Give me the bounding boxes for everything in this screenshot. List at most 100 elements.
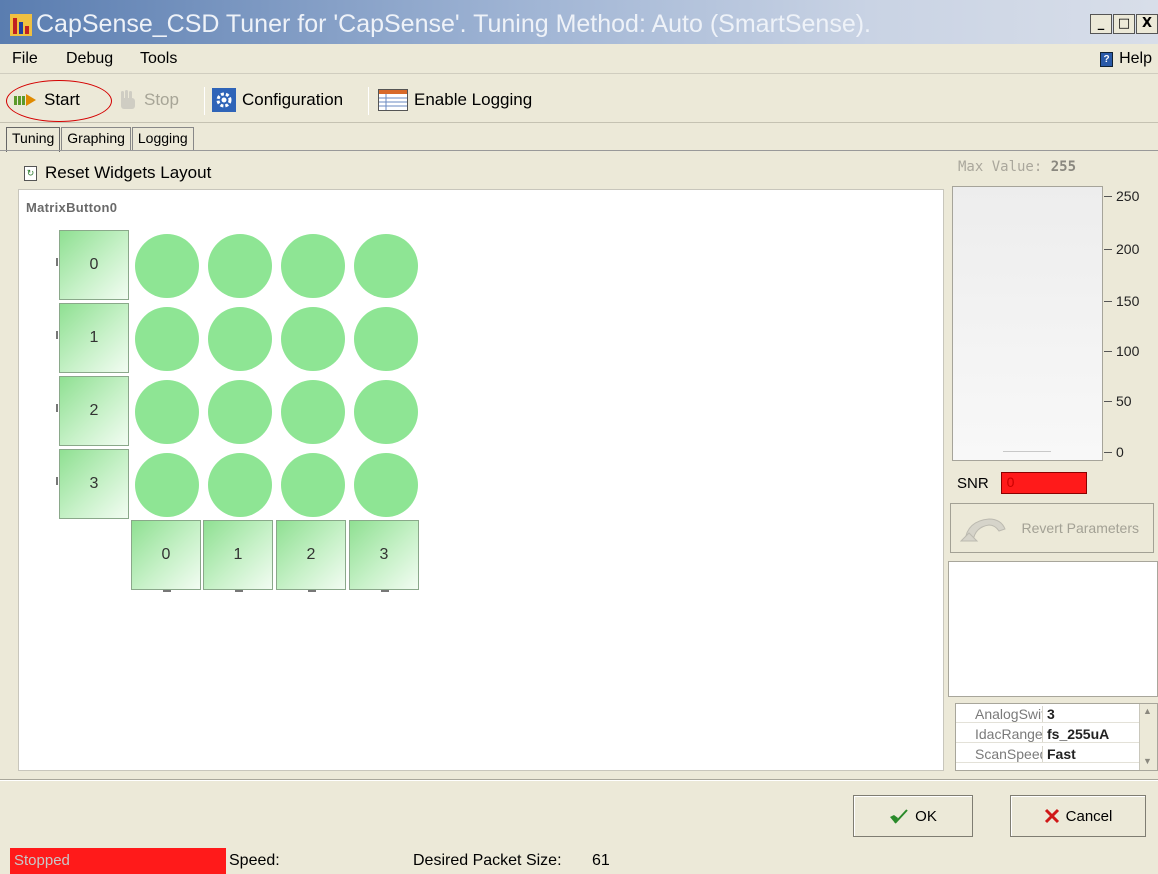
configuration-button[interactable]: Configuration (212, 85, 343, 115)
scale-tick: 100 (1116, 343, 1140, 359)
log-table-icon (378, 89, 408, 111)
stop-label: Stop (144, 90, 179, 109)
property-scrollbar[interactable]: ▲ ▼ (1139, 704, 1157, 770)
row-button-3[interactable]: 3 (59, 449, 129, 519)
matrix-cell[interactable] (281, 380, 345, 444)
stop-button[interactable]: Stop (118, 85, 179, 115)
matrix-cell[interactable] (281, 453, 345, 517)
packet-size-value: 61 (592, 852, 610, 869)
scroll-down-icon[interactable]: ▼ (1143, 756, 1152, 766)
menu-bar: File Debug Tools ? Help (0, 44, 1158, 74)
revert-parameters-button[interactable]: Revert Parameters (950, 503, 1154, 553)
property-row[interactable]: ScanSpeed Fast (956, 744, 1140, 763)
scale-tick: 250 (1116, 188, 1140, 204)
menu-file[interactable]: File (12, 50, 38, 68)
row-button-2[interactable]: 2 (59, 376, 129, 446)
matrix-cell[interactable] (135, 234, 199, 298)
scroll-up-icon[interactable]: ▲ (1143, 706, 1152, 716)
matrix-cell[interactable] (208, 307, 272, 371)
snr-row: SNR 0 (957, 472, 1087, 494)
app-icon (10, 14, 32, 36)
checkmark-icon (890, 809, 908, 824)
property-name: ScanSpeed (959, 746, 1043, 762)
scale-tick: 200 (1116, 241, 1140, 257)
undo-arrow-icon (959, 518, 1006, 542)
matrix-cell[interactable] (208, 380, 272, 444)
scale-tick: 150 (1116, 293, 1140, 309)
property-grid: AnalogSwitchDivider 3 IdacRange fs_255uA… (955, 703, 1158, 771)
property-name: IdacRange (959, 726, 1043, 742)
row-button-1[interactable]: 1 (59, 303, 129, 373)
property-row[interactable]: IdacRange fs_255uA (956, 724, 1140, 743)
col-button-1[interactable]: 1 (203, 520, 273, 590)
help-menu[interactable]: ? Help (1100, 50, 1152, 68)
ok-button[interactable]: OK (853, 795, 973, 837)
x-icon (1044, 808, 1059, 824)
ok-label: OK (915, 807, 937, 825)
snr-label: SNR (957, 474, 989, 492)
property-name: AnalogSwitchDivider (959, 706, 1043, 722)
packet-size-label: Desired Packet Size: (413, 852, 562, 869)
logging-label: Enable Logging (414, 90, 533, 109)
scale-tick: 0 (1116, 444, 1124, 460)
close-button[interactable]: X (1136, 14, 1158, 34)
matrix-cell[interactable] (281, 234, 345, 298)
matrix-cell[interactable] (354, 453, 418, 517)
status-state: Stopped (10, 848, 226, 874)
start-button[interactable]: Start (14, 85, 80, 115)
cancel-button[interactable]: Cancel (1010, 795, 1146, 837)
toolbar: Start Stop Configuration Enable Logging (0, 75, 1158, 123)
stop-hand-icon (121, 90, 135, 109)
tab-tuning[interactable]: Tuning (6, 127, 61, 152)
matrix-cell[interactable] (281, 307, 345, 371)
maximize-button[interactable]: □ (1113, 14, 1135, 34)
tab-logging[interactable]: Logging (131, 127, 194, 150)
max-value-label: Max Value: (958, 159, 1043, 175)
minimize-button[interactable]: _ (1090, 14, 1112, 34)
menu-debug[interactable]: Debug (66, 50, 113, 68)
property-value[interactable]: Fast (1047, 746, 1076, 762)
scale-tick: 50 (1116, 393, 1132, 409)
property-value[interactable]: 3 (1047, 706, 1055, 722)
property-value[interactable]: fs_255uA (1047, 726, 1109, 742)
max-value: 255 (1050, 159, 1077, 175)
reset-widgets-layout-button[interactable]: ↻ Reset Widgets Layout (24, 163, 211, 183)
matrix-cell[interactable] (208, 453, 272, 517)
matrix-cell[interactable] (135, 307, 199, 371)
matrix-cell[interactable] (354, 380, 418, 444)
col-button-0[interactable]: 0 (131, 520, 201, 590)
configuration-label: Configuration (242, 90, 344, 109)
help-book-icon: ? (1100, 51, 1114, 67)
revert-label: Revert Parameters (1021, 520, 1139, 536)
matrix-cell[interactable] (354, 307, 418, 371)
cancel-label: Cancel (1065, 807, 1113, 825)
status-bar: Stopped Speed: Desired Packet Size: 61 (0, 846, 1158, 874)
window-title: CapSense_CSD Tuner for 'CapSense'. Tunin… (36, 10, 871, 38)
enable-logging-button[interactable]: Enable Logging (378, 85, 532, 115)
title-bar: CapSense_CSD Tuner for 'CapSense'. Tunin… (0, 0, 1158, 44)
matrix-cell[interactable] (135, 380, 199, 444)
col-button-3[interactable]: 3 (349, 520, 419, 590)
max-value-readout: Max Value: 255 (958, 159, 1076, 175)
tab-graphing[interactable]: Graphing (61, 127, 131, 150)
property-row[interactable]: AnalogSwitchDivider 3 (956, 704, 1140, 723)
matrix-cell[interactable] (354, 234, 418, 298)
col-button-2[interactable]: 2 (276, 520, 346, 590)
menu-tools[interactable]: Tools (140, 50, 177, 68)
help-label: Help (1119, 50, 1152, 67)
start-arrow-icon (14, 94, 36, 106)
matrix-cell[interactable] (135, 453, 199, 517)
signal-scale: 250 200 150 100 50 0 (1104, 186, 1158, 461)
reset-icon: ↻ (24, 165, 37, 181)
speed-label: Speed: (229, 852, 280, 869)
signal-bar (952, 186, 1103, 461)
gear-icon (212, 88, 236, 112)
parameter-description-box (948, 561, 1158, 697)
tab-strip: Tuning Graphing Logging (6, 127, 195, 152)
row-button-0[interactable]: 0 (59, 230, 129, 300)
widget-canvas: MatrixButton0 0 1 2 3 0 1 2 3 (18, 189, 944, 771)
matrix-cell[interactable] (208, 234, 272, 298)
start-label: Start (44, 90, 80, 109)
widget-title: MatrixButton0 (26, 200, 118, 215)
snr-value: 0 (1000, 472, 1087, 494)
